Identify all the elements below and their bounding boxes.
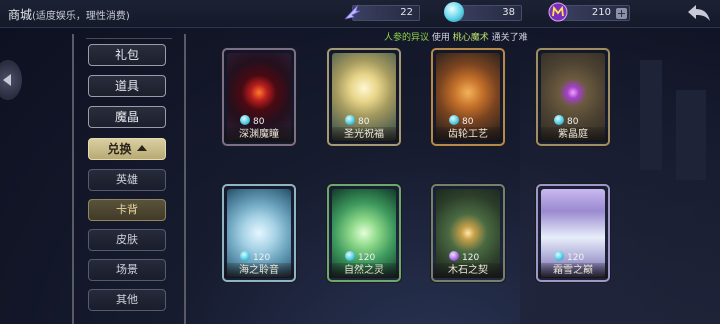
notice-middle: 使用 (429, 33, 453, 43)
magic-m-icon (548, 2, 568, 22)
card-name: 齿轮工艺 (433, 127, 503, 142)
card-name: 深渊魔瞳 (224, 127, 294, 142)
previous-page-arrow-icon[interactable] (0, 60, 22, 100)
page-title: 商城(适度娱乐，理性消费) (8, 6, 130, 23)
card-name: 木石之契 (433, 263, 503, 278)
card-price-value: 120 (462, 253, 480, 263)
card-name: 紫晶庭 (538, 127, 608, 142)
card-name: 海之聆音 (224, 263, 294, 278)
card-holy-light[interactable]: 80 圣光祝福 (327, 48, 401, 146)
notice-player: 人参的异议 (384, 33, 430, 43)
card-price: 80 (240, 115, 264, 127)
card-abyss-eye[interactable]: 80 深渊魔瞳 (222, 48, 296, 146)
card-gear-craft[interactable]: 80 齿轮工艺 (431, 48, 505, 146)
card-price: 120 (449, 251, 479, 263)
submenu-card-backs[interactable]: 卡背 (88, 199, 166, 221)
card-amethyst-court[interactable]: 80 紫晶庭 (536, 48, 610, 146)
card-price-value: 80 (567, 117, 579, 127)
page-subtitle: (适度娱乐，理性消费) (32, 11, 130, 22)
broadcast-notice: 人参的异议 使用 桃心魔术 通关了难 (384, 30, 528, 43)
card-price: 120 (345, 251, 375, 263)
top-bar: 商城(适度娱乐，理性消费) 22 38 210 (0, 0, 720, 28)
back-arrow-icon[interactable] (686, 3, 712, 23)
submenu-heroes[interactable]: 英雄 (88, 169, 166, 191)
menu-exchange-label: 兑换 (107, 142, 132, 156)
menu-items[interactable]: 道具 (88, 75, 166, 97)
add-currency-button[interactable] (616, 8, 627, 19)
chevron-up-icon (136, 145, 147, 151)
currency-feather-value: 22 (400, 7, 413, 18)
menu-crystals[interactable]: 魔晶 (88, 106, 166, 128)
menu-exchange[interactable]: 兑换 (88, 138, 166, 160)
card-price-value: 120 (358, 253, 376, 263)
submenu-scenes[interactable]: 场景 (88, 259, 166, 281)
gem-icon (345, 251, 355, 261)
notice-item: 桃心魔术 (452, 33, 489, 43)
gem-icon (240, 115, 250, 125)
card-frost-peak[interactable]: 120 霜雪之巅 (536, 184, 610, 282)
currency-magic-value: 210 (591, 7, 611, 18)
card-name: 圣光祝福 (329, 127, 399, 142)
page-title-text: 商城 (8, 8, 33, 22)
background-tower (640, 60, 662, 170)
card-price-value: 80 (253, 117, 265, 127)
card-name: 自然之灵 (329, 263, 399, 278)
card-price: 80 (449, 115, 473, 127)
gem-icon (240, 251, 250, 261)
notice-suffix: 通关了难 (488, 33, 528, 43)
submenu-others[interactable]: 其他 (88, 289, 166, 311)
card-wood-stone-pact[interactable]: 120 木石之契 (431, 184, 505, 282)
background-tower (676, 90, 706, 180)
card-price: 80 (554, 115, 578, 127)
currency-gem-value: 38 (502, 7, 515, 18)
gem-icon (444, 2, 464, 22)
gem-icon (449, 115, 459, 125)
card-price-value: 120 (567, 253, 585, 263)
card-price: 120 (554, 251, 584, 263)
feather-icon (449, 251, 459, 261)
gem-icon (554, 251, 564, 261)
card-price-value: 120 (253, 253, 271, 263)
card-price-value: 80 (462, 117, 474, 127)
card-sea-melody[interactable]: 120 海之聆音 (222, 184, 296, 282)
card-price-value: 80 (358, 117, 370, 127)
feather-icon (343, 4, 361, 20)
currency-feather: 22 (352, 5, 420, 21)
menu-gift-pack[interactable]: 礼包 (88, 44, 166, 66)
gem-icon (345, 115, 355, 125)
submenu-skins[interactable]: 皮肤 (88, 229, 166, 251)
card-nature-spirit[interactable]: 120 自然之灵 (327, 184, 401, 282)
card-name: 霜雪之巅 (538, 263, 608, 278)
card-price: 120 (240, 251, 270, 263)
card-price: 80 (345, 115, 369, 127)
gem-icon (554, 115, 564, 125)
